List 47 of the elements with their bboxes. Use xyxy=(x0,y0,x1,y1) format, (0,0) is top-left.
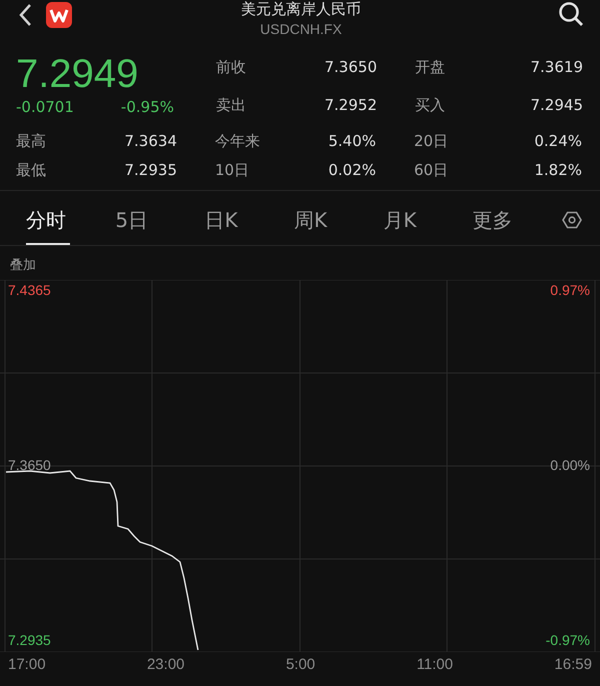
axis-price-label: 7.4365 xyxy=(8,281,51,300)
time-axis-label: 11:00 xyxy=(416,656,453,673)
stat-value: 7.3650 xyxy=(324,58,377,77)
symbol-code: USDCNH.FX xyxy=(260,21,342,37)
stat-label: 最高 xyxy=(16,132,46,151)
stat-value: 0.24% xyxy=(534,132,582,151)
stat-label: 最低 xyxy=(16,161,46,180)
time-axis-label: 5:00 xyxy=(286,656,316,673)
stat-value: 7.2952 xyxy=(324,96,377,115)
stat-value: 5.40% xyxy=(328,132,376,151)
stat-label: 10日 xyxy=(215,161,250,180)
chart-tab[interactable]: 周K xyxy=(294,195,384,245)
stat-value: 7.2945 xyxy=(530,96,583,115)
stat-label: 前收 xyxy=(216,58,246,77)
axis-percent-label: 0.00% xyxy=(550,456,590,475)
chart-tab[interactable]: 5日 xyxy=(115,195,205,245)
stat-value: 7.3634 xyxy=(124,132,177,151)
stat-label: 今年来 xyxy=(215,132,260,151)
axis-percent-label: -0.97% xyxy=(546,631,590,650)
price-change: -0.0701 xyxy=(16,98,74,116)
chart-tab[interactable]: 更多 xyxy=(472,195,562,245)
axis-price-label: 7.3650 xyxy=(8,456,51,475)
last-price: 7.2949 xyxy=(16,52,140,96)
settings-icon[interactable] xyxy=(562,210,582,230)
stat-value: 7.3619 xyxy=(530,58,583,77)
stat-label: 买入 xyxy=(415,96,445,115)
axis-percent-label: 0.97% xyxy=(550,281,590,300)
overlay-label[interactable]: 叠加 xyxy=(0,246,46,278)
stat-label: 开盘 xyxy=(415,58,445,77)
stat-value: 7.2935 xyxy=(124,161,177,180)
stat-label: 卖出 xyxy=(216,96,246,115)
stat-value: 0.02% xyxy=(328,161,376,180)
app-logo-icon xyxy=(46,2,72,28)
page-title: 美元兑离岸人民币 xyxy=(241,0,361,18)
axis-price-label: 7.2935 xyxy=(8,631,51,650)
stat-value: 1.82% xyxy=(534,161,582,180)
time-axis-label: 16:59 xyxy=(554,656,592,673)
chart-tab[interactable]: 分时 xyxy=(26,195,116,245)
time-axis-label: 23:00 xyxy=(146,656,185,673)
stat-label: 20日 xyxy=(414,132,448,151)
percent-change: -0.95% xyxy=(120,98,174,116)
time-axis-label: 17:00 xyxy=(8,656,46,673)
stat-label: 60日 xyxy=(414,161,448,180)
search-icon[interactable] xyxy=(558,1,584,27)
chart-tab[interactable]: 日K xyxy=(204,195,294,245)
back-icon[interactable] xyxy=(18,3,32,27)
chart-tab[interactable]: 月K xyxy=(383,195,473,245)
